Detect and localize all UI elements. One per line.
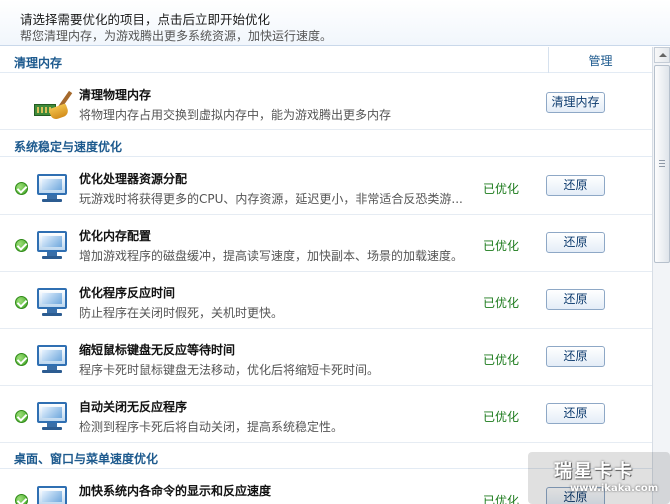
header-subtitle: 帮您清理内存，为游戏腾出更多系统资源，加快运行速度。 [20,29,333,43]
monitor-icon [37,345,67,373]
scroll-up-arrow-icon[interactable] [654,47,670,63]
monitor-icon [37,402,67,430]
check-icon [15,296,28,309]
section-title: 清理内存 [14,56,63,70]
item-name: 加快系统内各命令的显示和反应速度 [79,484,272,498]
section-header-stability: 系统稳定与速度优化 [0,131,652,157]
item-description: 玩游戏时将获得更多的CPU、内存资源，延迟更小，非常适合反恐类游... [79,192,463,206]
memory-broom-icon [34,88,73,121]
section-header-memory: 清理内存 管理 [0,47,652,73]
monitor-icon [37,288,67,316]
item-description: 防止程序在关闭时假死，关机时更快。 [79,306,284,320]
clean-memory-button[interactable]: 清理内存 [546,92,605,113]
list-item-clean-memory: 清理物理内存 将物理内存占用交换到虚拟内存中，能为游戏腾出更多内存 清理内存 [0,74,652,130]
watermark-brand: 瑞星卡卡 [554,461,634,482]
header-instruction: 请选择需要优化的项目，点击后立即开始优化 [20,12,271,27]
restore-button[interactable]: 还原 [546,175,605,196]
section-title: 系统稳定与速度优化 [14,140,123,154]
list-item: 优化处理器资源分配 玩游戏时将获得更多的CPU、内存资源，延迟更小，非常适合反恐… [0,158,652,215]
item-name: 缩短鼠标键盘无反应等待时间 [79,343,236,357]
optimization-list: 清理内存 管理 清理物理内存 将物理内存占用交换到虚拟内存中，能为游戏腾出更多内… [0,47,652,504]
check-icon [15,239,28,252]
status-label: 已优化 [483,410,520,424]
watermark-logo: 瑞星卡卡 www.ikaka.com [528,452,670,504]
monitor-icon [37,486,67,504]
list-item: 优化程序反应时间 防止程序在关闭时假死，关机时更快。 已优化 还原 [0,272,652,329]
item-description: 将物理内存占用交换到虚拟内存中，能为游戏腾出更多内存 [79,108,392,122]
list-item: 自动关闭无反应程序 检测到程序卡死后将自动关闭，提高系统稳定性。 已优化 还原 [0,386,652,443]
monitor-icon [37,231,67,259]
scrollbar-thumb[interactable] [654,65,670,263]
item-name: 优化程序反应时间 [79,286,176,300]
watermark-url: www.ikaka.com [570,483,659,494]
list-item: 缩短鼠标键盘无反应等待时间 程序卡死时鼠标键盘无法移动，优化后将缩短卡死时间。 … [0,329,652,386]
item-description: 程序卡死时鼠标键盘无法移动，优化后将缩短卡死时间。 [79,363,380,377]
check-icon [15,494,28,504]
item-name: 清理物理内存 [79,88,152,102]
header-panel: 请选择需要优化的项目，点击后立即开始优化 帮您清理内存，为游戏腾出更多系统资源，… [0,0,670,46]
item-name: 优化处理器资源分配 [79,172,188,186]
item-description: 增加游戏程序的磁盘缓冲，提高读写速度，加快副本、场景的加载速度。 [79,249,464,263]
section-title: 桌面、窗口与菜单速度优化 [14,452,159,466]
item-name: 优化内存配置 [79,229,152,243]
status-label: 已优化 [483,494,520,504]
restore-button[interactable]: 还原 [546,403,605,424]
item-description: 检测到程序卡死后将自动关闭，提高系统稳定性。 [79,420,344,434]
restore-button[interactable]: 还原 [546,232,605,253]
check-icon [15,353,28,366]
status-label: 已优化 [483,182,520,196]
restore-button[interactable]: 还原 [546,289,605,310]
list-item: 优化内存配置 增加游戏程序的磁盘缓冲，提高读写速度，加快副本、场景的加载速度。 … [0,215,652,272]
status-label: 已优化 [483,353,520,367]
manage-column-header: 管理 [548,47,652,73]
item-name: 自动关闭无反应程序 [79,400,188,414]
monitor-icon [37,174,67,202]
vertical-scrollbar[interactable] [652,47,670,504]
status-label: 已优化 [483,239,520,253]
check-icon [15,182,28,195]
restore-button[interactable]: 还原 [546,346,605,367]
check-icon [15,410,28,423]
status-label: 已优化 [483,296,520,310]
